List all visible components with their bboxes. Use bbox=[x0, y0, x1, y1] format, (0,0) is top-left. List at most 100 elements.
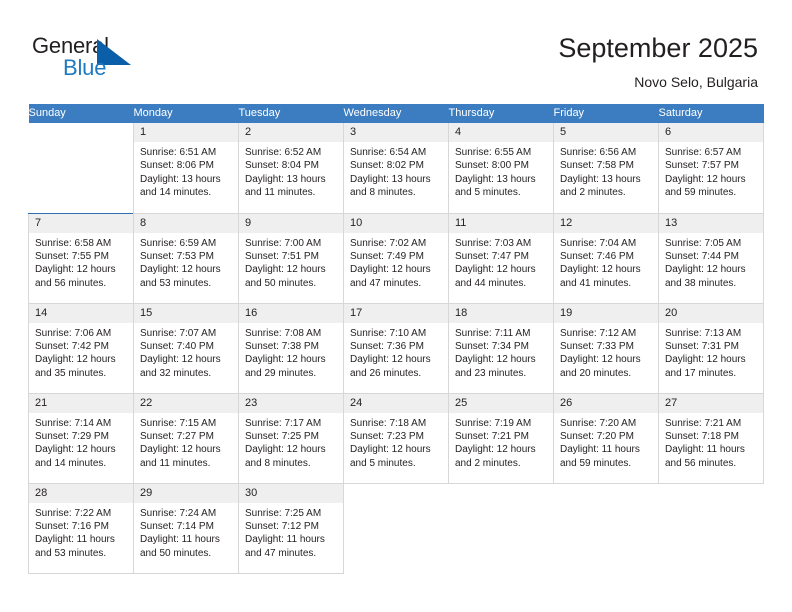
sunrise-text: Sunrise: 6:52 AM bbox=[245, 147, 322, 158]
day-details: Sunrise: 7:25 AM Sunset: 7:12 PM Daylight:… bbox=[239, 503, 343, 561]
daylight-text-line1: Daylight: 12 hours bbox=[140, 354, 221, 366]
sunset-text: Sunset: 8:02 PM bbox=[350, 160, 424, 172]
calendar-day-cell[interactable]: 26 Sunrise: 7:20 AM Sunset: 7:20 PM Dayligh… bbox=[553, 392, 659, 484]
day-details: Sunrise: 7:20 AM Sunset: 7:20 PM Daylight:… bbox=[554, 413, 658, 471]
daylight-text-line2: and 20 minutes. bbox=[560, 367, 632, 379]
daylight-text-line2: and 5 minutes. bbox=[350, 457, 416, 469]
day-number: 1 bbox=[140, 126, 147, 138]
daylight-text-line2: and 29 minutes. bbox=[245, 367, 317, 379]
calendar-day-cell[interactable]: 12 Sunrise: 7:04 AM Sunset: 7:46 PM Dayligh… bbox=[553, 212, 659, 304]
calendar-day-cell[interactable]: 6 Sunrise: 6:57 AM Sunset: 7:57 PM Daylight… bbox=[658, 123, 764, 214]
calendar-day-cell[interactable]: 23 Sunrise: 7:17 AM Sunset: 7:25 PM Dayligh… bbox=[238, 392, 344, 484]
day-number: 23 bbox=[245, 396, 258, 409]
calendar-day-cell[interactable]: 13 Sunrise: 7:05 AM Sunset: 7:44 PM Dayligh… bbox=[658, 212, 764, 304]
page-header: General Blue September 2025 Novo Selo, B… bbox=[0, 0, 792, 98]
calendar-day-cell[interactable]: 4 Sunrise: 6:55 AM Sunset: 8:00 PM Daylight… bbox=[448, 123, 554, 214]
sunset-text: Sunset: 7:20 PM bbox=[560, 430, 634, 442]
sunset-text: Sunset: 7:55 PM bbox=[35, 250, 109, 262]
day-details: Sunrise: 7:21 AM Sunset: 7:18 PM Daylight:… bbox=[659, 413, 763, 471]
sunrise-text: Sunrise: 7:15 AM bbox=[140, 417, 217, 429]
day-details: Sunrise: 6:51 AM Sunset: 8:06 PM Daylight:… bbox=[134, 142, 238, 200]
sunset-text: Sunset: 7:27 PM bbox=[140, 430, 214, 442]
sunset-text: Sunset: 7:25 PM bbox=[245, 430, 319, 442]
daylight-text-line1: Daylight: 13 hours bbox=[245, 173, 326, 185]
calendar-day-cell[interactable]: 14 Sunrise: 7:06 AM Sunset: 7:42 PM Dayligh… bbox=[28, 302, 134, 394]
calendar-day-cell[interactable]: 21 Sunrise: 7:14 AM Sunset: 7:29 PM Dayligh… bbox=[28, 392, 134, 484]
day-details: Sunrise: 7:22 AM Sunset: 7:16 PM Daylight:… bbox=[29, 503, 133, 561]
daylight-text-line2: and 35 minutes. bbox=[35, 367, 107, 379]
calendar-day-cell[interactable]: 5 Sunrise: 6:56 AM Sunset: 7:58 PM Daylight… bbox=[553, 123, 659, 214]
day-number: 6 bbox=[665, 126, 672, 138]
daylight-text-line2: and 56 minutes. bbox=[665, 457, 737, 469]
brand-logo[interactable]: General Blue bbox=[32, 33, 162, 85]
day-details: Sunrise: 7:03 AM Sunset: 7:47 PM Daylight:… bbox=[449, 233, 553, 291]
daylight-text-line1: Daylight: 12 hours bbox=[140, 264, 221, 276]
sunrise-text: Sunrise: 7:24 AM bbox=[140, 507, 217, 519]
daylight-text-line1: Daylight: 11 hours bbox=[665, 444, 745, 456]
sunrise-text: Sunrise: 7:06 AM bbox=[35, 327, 112, 339]
calendar-day-cell[interactable]: 27 Sunrise: 7:21 AM Sunset: 7:18 PM Dayligh… bbox=[658, 392, 764, 484]
calendar-day-cell[interactable]: 11 Sunrise: 7:03 AM Sunset: 7:47 PM Dayligh… bbox=[448, 212, 554, 304]
sunset-text: Sunset: 7:46 PM bbox=[560, 250, 634, 262]
day-details: Sunrise: 7:06 AM Sunset: 7:42 PM Daylight:… bbox=[29, 323, 133, 381]
daylight-text-line1: Daylight: 12 hours bbox=[35, 354, 116, 366]
sunrise-text: Sunrise: 7:25 AM bbox=[245, 507, 322, 519]
calendar-day-cell[interactable]: 10 Sunrise: 7:02 AM Sunset: 7:49 PM Dayligh… bbox=[343, 212, 449, 304]
sunset-text: Sunset: 7:33 PM bbox=[560, 340, 634, 352]
day-details: Sunrise: 7:10 AM Sunset: 7:36 PM Daylight:… bbox=[344, 323, 448, 381]
weekday-header-row: Sunday Monday Tuesday Wednesday Thursday… bbox=[28, 104, 764, 123]
daylight-text-line2: and 11 minutes. bbox=[245, 187, 316, 199]
daylight-text-line1: Daylight: 12 hours bbox=[245, 444, 326, 456]
daylight-text-line1: Daylight: 13 hours bbox=[350, 173, 431, 185]
calendar-day-cell[interactable]: 17 Sunrise: 7:10 AM Sunset: 7:36 PM Dayligh… bbox=[343, 302, 449, 394]
sunrise-text: Sunrise: 6:56 AM bbox=[560, 147, 637, 158]
calendar-day-cell[interactable]: 3 Sunrise: 6:54 AM Sunset: 8:02 PM Daylight… bbox=[343, 123, 449, 214]
sunset-text: Sunset: 7:47 PM bbox=[455, 250, 529, 262]
calendar-day-cell[interactable]: 9 Sunrise: 7:00 AM Sunset: 7:51 PM Daylight… bbox=[238, 212, 344, 304]
sunset-text: Sunset: 7:42 PM bbox=[35, 340, 109, 352]
daylight-text-line1: Daylight: 12 hours bbox=[245, 354, 326, 366]
day-number: 10 bbox=[350, 216, 363, 229]
calendar-day-cell[interactable]: 22 Sunrise: 7:15 AM Sunset: 7:27 PM Dayligh… bbox=[133, 392, 239, 484]
sunrise-text: Sunrise: 6:58 AM bbox=[35, 237, 112, 249]
sunset-text: Sunset: 7:12 PM bbox=[245, 520, 319, 532]
daylight-text-line1: Daylight: 12 hours bbox=[455, 444, 536, 456]
sunrise-text: Sunrise: 7:02 AM bbox=[350, 237, 427, 249]
daylight-text-line1: Daylight: 13 hours bbox=[560, 173, 641, 185]
calendar-day-cell[interactable]: 19 Sunrise: 7:12 AM Sunset: 7:33 PM Dayligh… bbox=[553, 302, 659, 394]
calendar-day-cell[interactable]: 30 Sunrise: 7:25 AM Sunset: 7:12 PM Dayligh… bbox=[238, 482, 344, 574]
sunrise-text: Sunrise: 7:14 AM bbox=[35, 417, 112, 429]
sunrise-text: Sunrise: 7:18 AM bbox=[350, 417, 427, 429]
sunrise-text: Sunrise: 7:04 AM bbox=[560, 237, 637, 249]
sunset-text: Sunset: 7:38 PM bbox=[245, 340, 319, 352]
sunset-text: Sunset: 7:36 PM bbox=[350, 340, 424, 352]
daylight-text-line2: and 47 minutes. bbox=[245, 547, 317, 559]
day-details: Sunrise: 7:02 AM Sunset: 7:49 PM Daylight:… bbox=[344, 233, 448, 291]
sunrise-text: Sunrise: 7:00 AM bbox=[245, 237, 322, 249]
calendar-day-cell[interactable]: 20 Sunrise: 7:13 AM Sunset: 7:31 PM Dayligh… bbox=[658, 302, 764, 394]
calendar-day-cell[interactable]: 25 Sunrise: 7:19 AM Sunset: 7:21 PM Dayligh… bbox=[448, 392, 554, 484]
calendar-day-cell[interactable]: 28 Sunrise: 7:22 AM Sunset: 7:16 PM Dayligh… bbox=[28, 482, 134, 574]
calendar-day-cell[interactable]: 18 Sunrise: 7:11 AM Sunset: 7:34 PM Dayligh… bbox=[448, 302, 554, 394]
day-details: Sunrise: 7:12 AM Sunset: 7:33 PM Daylight:… bbox=[554, 323, 658, 381]
weekday-header-thursday: Thursday bbox=[448, 104, 554, 123]
daylight-text-line1: Daylight: 11 hours bbox=[35, 534, 115, 546]
sunset-text: Sunset: 7:53 PM bbox=[140, 250, 214, 262]
calendar-day-cell[interactable]: 8 Sunrise: 6:59 AM Sunset: 7:53 PM Daylight… bbox=[133, 212, 239, 304]
calendar-day-cell[interactable]: 15 Sunrise: 7:07 AM Sunset: 7:40 PM Dayligh… bbox=[133, 302, 239, 394]
calendar-day-cell[interactable]: 16 Sunrise: 7:08 AM Sunset: 7:38 PM Dayligh… bbox=[238, 302, 344, 394]
calendar-day-cell[interactable]: 24 Sunrise: 7:18 AM Sunset: 7:23 PM Dayligh… bbox=[343, 392, 449, 484]
day-number: 28 bbox=[35, 486, 48, 499]
calendar-day-cell[interactable]: 7 Sunrise: 6:58 AM Sunset: 7:55 PM Daylight… bbox=[28, 212, 134, 304]
calendar-day-cell[interactable]: 29 Sunrise: 7:24 AM Sunset: 7:14 PM Dayligh… bbox=[133, 482, 239, 574]
sunset-text: Sunset: 7:57 PM bbox=[665, 160, 739, 172]
sunrise-text: Sunrise: 7:07 AM bbox=[140, 327, 217, 339]
day-details: Sunrise: 7:08 AM Sunset: 7:38 PM Daylight:… bbox=[239, 323, 343, 381]
sunset-text: Sunset: 7:51 PM bbox=[245, 250, 319, 262]
day-number: 15 bbox=[140, 306, 153, 319]
calendar-day-cell[interactable]: 2 Sunrise: 6:52 AM Sunset: 8:04 PM Daylight… bbox=[238, 123, 344, 214]
calendar-day-cell[interactable]: 1 Sunrise: 6:51 AM Sunset: 8:06 PM Daylight… bbox=[133, 123, 239, 214]
sunset-text: Sunset: 8:00 PM bbox=[455, 160, 529, 172]
calendar-cell-empty bbox=[658, 482, 764, 573]
sunrise-text: Sunrise: 7:03 AM bbox=[455, 237, 532, 249]
